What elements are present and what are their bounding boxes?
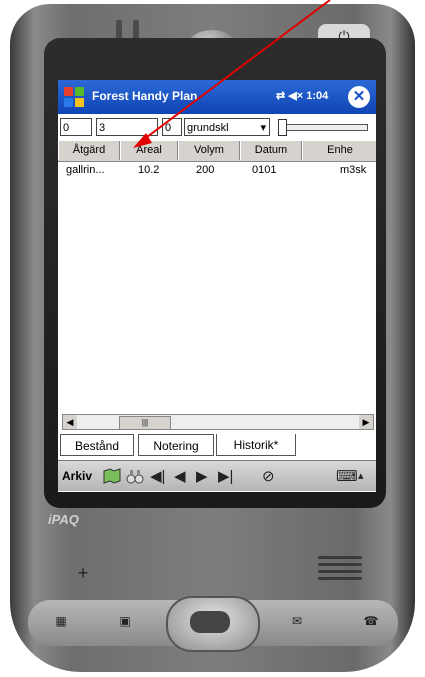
annotation-arrow (133, 0, 331, 148)
